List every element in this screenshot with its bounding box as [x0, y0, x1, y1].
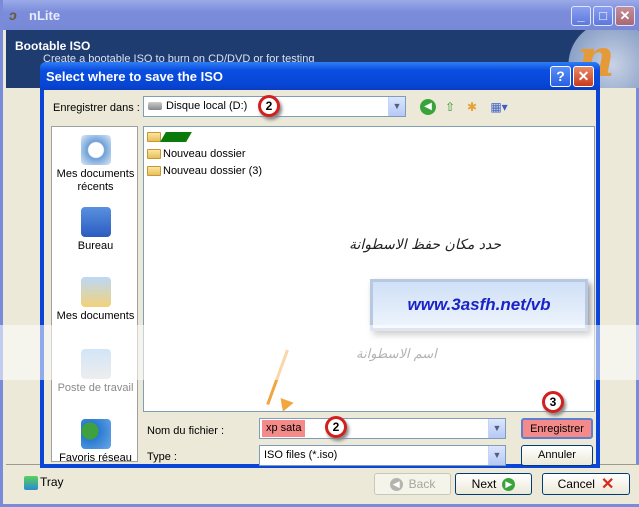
redacted-mark [160, 132, 192, 143]
minimize-button[interactable]: _ [571, 6, 591, 26]
desktop-icon [80, 207, 111, 237]
chevron-down-icon: ▼ [388, 97, 405, 116]
nlite-title-bar: ↄ nLite _ □ ✕ [3, 0, 639, 30]
wizard-footer: Tray ◀ Back Next ▶ Cancel ✕ [6, 464, 639, 504]
cancel-button[interactable]: Annuler [521, 445, 593, 466]
file-name: Nouveau dossier (3) [163, 165, 263, 177]
banner-title: Bootable ISO [15, 39, 91, 53]
network-places-icon [80, 419, 111, 449]
folder-icon [147, 132, 161, 143]
file-name: Nouveau dossier [163, 148, 246, 160]
back-button[interactable]: ◀ Back [374, 473, 451, 495]
save-in-value: Disque local (D:) [166, 100, 248, 112]
place-desktop[interactable]: Bureau [52, 207, 139, 253]
places-bar: Mes documents récents Bureau Mes documen… [51, 126, 139, 465]
type-value: ISO files (*.iso) [264, 449, 338, 461]
list-item[interactable]: Nouveau dossier [147, 147, 246, 161]
next-button[interactable]: Next ▶ [455, 473, 532, 495]
place-recent[interactable]: Mes documents récents [52, 135, 139, 194]
place-label: Poste de travail [57, 382, 134, 394]
dialog-title-bar: Select where to save the ISO ? ✕ [40, 62, 600, 90]
place-network[interactable]: Favoris réseau [52, 419, 139, 465]
outer-close-button[interactable]: ✕ [615, 6, 635, 26]
place-my-documents[interactable]: Mes documents [52, 277, 139, 323]
maximize-button[interactable]: □ [593, 6, 613, 26]
cancel-x-icon: ✕ [600, 475, 615, 493]
place-label: Favoris réseau [59, 452, 132, 464]
nlite-logo-icon: ↄ [9, 7, 17, 23]
back-label: Back [408, 477, 436, 491]
tray-icon [24, 475, 38, 490]
view-menu-icon[interactable]: ▦▾ [488, 99, 510, 115]
filename-value: xp sata [262, 420, 306, 437]
wizard-cancel-button[interactable]: Cancel ✕ [542, 473, 630, 495]
chevron-down-icon: ▼ [488, 446, 505, 465]
save-in-label: Enregistrer dans : [53, 102, 140, 114]
back-arrow-icon: ◀ [389, 478, 403, 492]
place-label: Mes documents récents [56, 168, 135, 193]
place-my-computer[interactable]: Poste de travail [52, 349, 139, 395]
type-label: Type : [147, 451, 177, 463]
annotation-marker-3: 3 [542, 391, 564, 413]
save-dialog: Select where to save the ISO ? ✕ Enregis… [40, 62, 600, 468]
recent-documents-icon [80, 135, 111, 165]
help-button[interactable]: ? [550, 66, 571, 87]
list-item[interactable]: Nouveau dossier (3) [147, 164, 262, 178]
place-label: Mes documents [56, 310, 135, 322]
drive-icon [148, 102, 162, 111]
list-item[interactable] [147, 130, 192, 144]
up-folder-icon[interactable]: ⇧ [442, 99, 458, 115]
next-arrow-icon: ▶ [502, 478, 516, 492]
file-list[interactable]: Nouveau dossier Nouveau dossier (3) حدد … [143, 126, 595, 412]
new-folder-icon[interactable]: ✱ [464, 99, 480, 115]
cancel-label: Cancel [557, 477, 595, 491]
annotation-disc-name: اسم الاسطوانة [356, 347, 437, 362]
annotation-marker-2: 2 [325, 416, 347, 438]
save-button[interactable]: Enregistrer [521, 418, 593, 439]
website-banner: www.3asfh.net/vb [370, 279, 588, 331]
folder-icon [147, 149, 161, 160]
tray-label: Tray [40, 475, 64, 489]
chevron-down-icon: ▼ [488, 419, 505, 438]
folder-icon [147, 166, 161, 177]
tray-button[interactable]: Tray [24, 475, 64, 490]
dialog-title: Select where to save the ISO [46, 69, 224, 84]
annotation-select-location: حدد مكان حفظ الاسطوانة [349, 237, 502, 253]
nlite-window-title: nLite [29, 8, 61, 23]
next-label: Next [471, 477, 497, 491]
type-dropdown[interactable]: ISO files (*.iso) ▼ [259, 445, 506, 466]
annotation-marker-2: 2 [258, 95, 280, 117]
filename-input[interactable]: xp sata ▼ [259, 418, 506, 439]
my-documents-icon [80, 277, 111, 307]
my-computer-icon [80, 349, 111, 379]
filename-label: Nom du fichier : [147, 425, 225, 437]
dialog-close-button[interactable]: ✕ [573, 66, 594, 87]
place-label: Bureau [77, 240, 114, 252]
back-folder-icon[interactable]: ◀ [420, 99, 436, 115]
